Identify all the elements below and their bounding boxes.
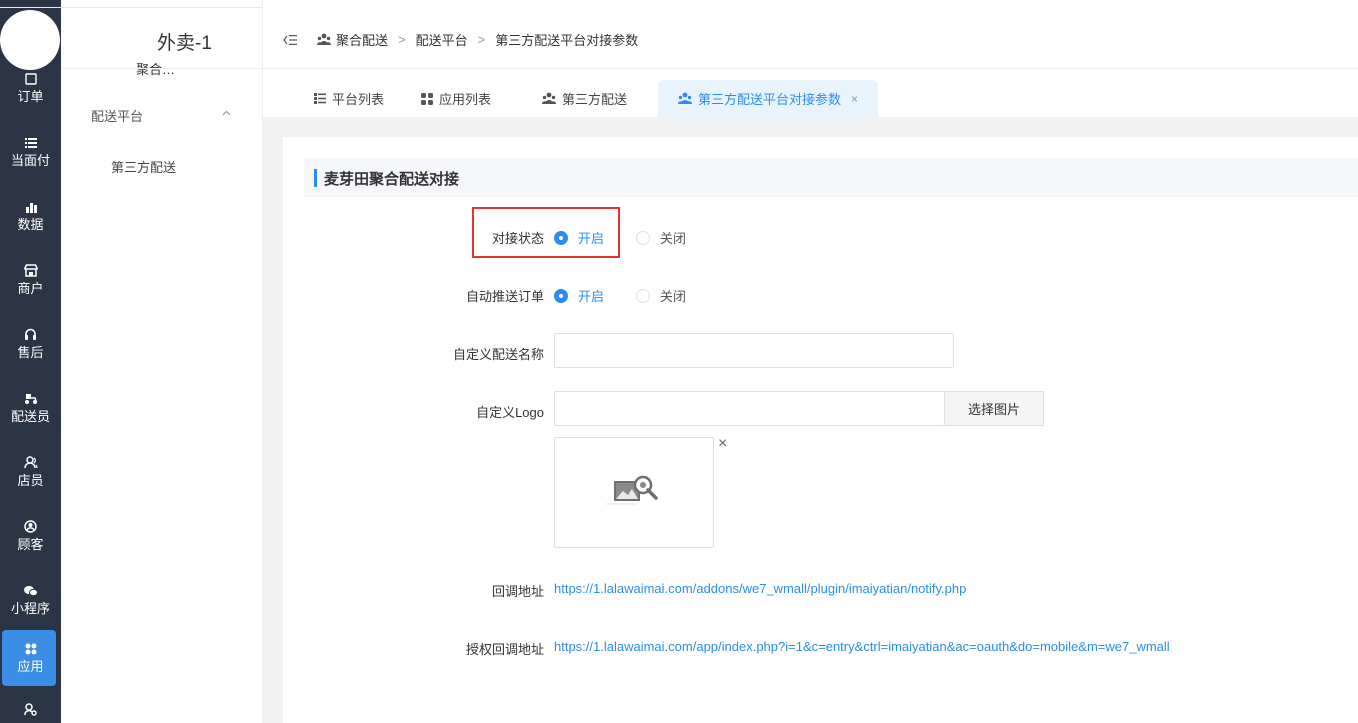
scooter-icon: [24, 392, 38, 406]
page-tabs: 平台列表 应用列表 第三方配送 第三方配送平台对接参数 ×: [263, 70, 1358, 117]
breadcrumb-separator: >: [398, 32, 406, 47]
nav-item-merchant[interactable]: 商户: [0, 252, 61, 308]
nav-item-data[interactable]: 数据: [0, 188, 61, 244]
chevron-up-icon[interactable]: [221, 107, 232, 118]
nav-item-after-sales[interactable]: 售后: [0, 316, 61, 372]
nav-item-label: 数据: [17, 216, 44, 232]
status-on-radio[interactable]: 开启: [554, 228, 604, 247]
breadcrumb: 聚合配送 > 配送平台 > 第三方配送平台对接参数: [283, 30, 638, 49]
tab-platform-params[interactable]: 第三方配送平台对接参数 ×: [658, 80, 879, 117]
avatar[interactable]: [0, 10, 60, 70]
secondary-sidebar: 外卖-1 聚合… 配送平台 第三方配送: [61, 0, 263, 723]
custom-logo-label: 自定义Logo: [476, 405, 544, 420]
nav-item-label: 订单: [17, 88, 44, 104]
content-panel: [283, 137, 1358, 723]
close-icon[interactable]: ×: [851, 92, 858, 106]
wechat-icon: [23, 584, 38, 598]
nav-item-clerks[interactable]: 店员: [0, 444, 61, 500]
breadcrumb-item-current: 第三方配送平台对接参数: [495, 33, 639, 48]
section-header: 麦芽田聚合配送对接: [304, 158, 1358, 197]
main-nav: 订单 当面付 数据 商户 售后 配送员 店员 顾客 小程序 应用: [0, 0, 61, 723]
users-icon: [678, 92, 692, 105]
callback-label: 回调地址: [491, 584, 544, 599]
users-icon: [542, 92, 556, 105]
tab-label: 平台列表: [332, 92, 385, 107]
logo-preview: [554, 437, 714, 548]
custom-name-label: 自定义配送名称: [452, 347, 544, 362]
nav-item-label: 配送员: [10, 408, 50, 424]
nav-item-face-pay[interactable]: 当面付: [0, 124, 61, 180]
status-off-radio[interactable]: 关闭: [636, 228, 686, 247]
nav-item-customers[interactable]: 顾客: [0, 508, 61, 564]
tab-label: 第三方配送平台对接参数: [698, 92, 842, 107]
store-name: 外卖-1: [157, 33, 212, 54]
users-icon: [23, 456, 38, 470]
remove-image-icon[interactable]: ×: [718, 435, 727, 453]
store-icon: [23, 264, 38, 278]
apps-icon: [24, 642, 38, 656]
tab-app-list[interactable]: 应用列表: [421, 80, 491, 117]
image-placeholder-icon: [606, 473, 662, 512]
nav-item-label: 商户: [17, 280, 44, 296]
apps-icon: [421, 92, 433, 105]
collapse-menu-icon[interactable]: [283, 34, 297, 46]
headset-icon: [24, 328, 38, 342]
auto-push-off-radio[interactable]: 关闭: [636, 286, 686, 305]
tab-label: 第三方配送: [562, 92, 628, 107]
breadcrumb-separator: >: [477, 32, 486, 47]
breadcrumb-item[interactable]: 配送平台: [416, 30, 468, 49]
auth-callback-label: 授权回调地址: [465, 642, 544, 657]
auto-push-on-radio[interactable]: 开启: [554, 286, 604, 305]
nav-item-label: 小程序: [10, 600, 50, 616]
list-icon: [24, 136, 38, 150]
nav-item-apps[interactable]: 应用: [0, 630, 61, 686]
settings-user-icon: [24, 702, 38, 716]
section-title: 麦芽田聚合配送对接: [324, 171, 460, 188]
tab-third-party-delivery[interactable]: 第三方配送: [542, 80, 627, 117]
nav-item-label: 售后: [17, 344, 44, 360]
tab-platform-list[interactable]: 平台列表: [314, 80, 384, 117]
users-icon: [317, 33, 331, 46]
nav-item-settings[interactable]: [0, 694, 61, 723]
status-label: 对接状态: [491, 231, 544, 246]
nav-item-label: 顾客: [17, 536, 44, 552]
callback-url-link[interactable]: https://1.lalawaimai.com/addons/we7_wmal…: [554, 581, 966, 596]
custom-logo-input[interactable]: [554, 391, 945, 426]
nav-item-label: 当面付: [10, 152, 50, 168]
sidebar-group-delivery-platform[interactable]: 配送平台: [91, 106, 143, 125]
order-icon: [24, 72, 38, 86]
user-circle-icon: [24, 520, 38, 534]
nav-item-couriers[interactable]: 配送员: [0, 380, 61, 436]
nav-item-label: 应用: [17, 658, 44, 674]
list-icon: [314, 93, 326, 104]
sidebar-item-third-party-delivery[interactable]: 第三方配送: [111, 157, 176, 176]
auth-callback-url-link[interactable]: https://1.lalawaimai.com/app/index.php?i…: [554, 639, 1170, 654]
tab-label: 应用列表: [439, 92, 492, 107]
custom-name-input[interactable]: [554, 333, 954, 368]
choose-image-button[interactable]: 选择图片: [944, 391, 1044, 426]
breadcrumb-item[interactable]: 聚合配送: [336, 30, 388, 49]
nav-item-mini-program[interactable]: 小程序: [0, 572, 61, 628]
nav-item-label: 店员: [17, 472, 44, 488]
top-header: 聚合配送 > 配送平台 > 第三方配送平台对接参数: [263, 0, 1358, 69]
bar-chart-icon: [24, 200, 38, 214]
auto-push-label: 自动推送订单: [465, 289, 544, 304]
